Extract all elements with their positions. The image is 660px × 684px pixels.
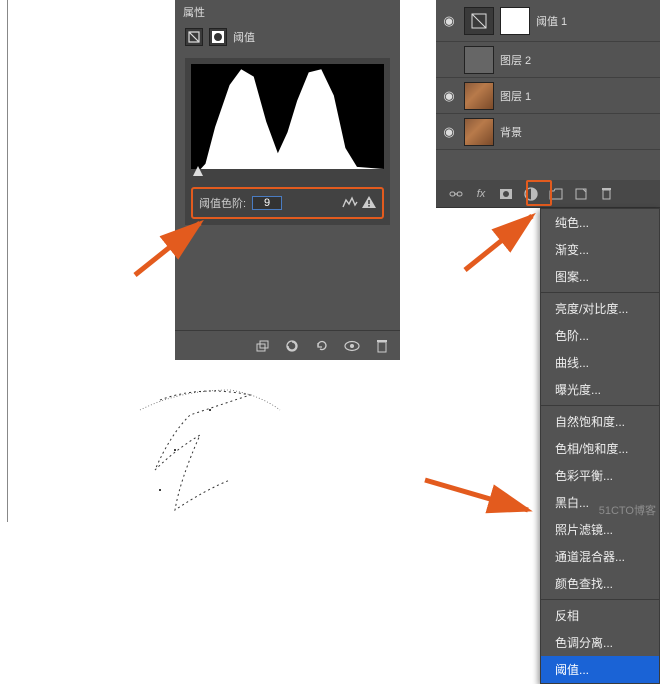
visibility-toggle-icon[interactable]: ◉ bbox=[440, 88, 458, 104]
menu-item[interactable]: 纯色... bbox=[541, 209, 659, 236]
menu-separator bbox=[541, 292, 659, 293]
layer-name[interactable]: 阈值 1 bbox=[536, 13, 567, 29]
document-edge bbox=[0, 0, 8, 522]
layer-thumb[interactable] bbox=[464, 118, 494, 146]
menu-item[interactable]: 曝光度... bbox=[541, 376, 659, 403]
adjustment-icon bbox=[185, 28, 203, 46]
properties-panel: 属性 阈值 阈值色阶: bbox=[175, 0, 400, 360]
layers-panel: ◉ 阈值 1 图层 2 ◉ 图层 1 ◉ 背景 bbox=[436, 0, 660, 180]
threshold-level-row: 阈值色阶: bbox=[191, 187, 384, 219]
menu-item[interactable]: 渐变... bbox=[541, 236, 659, 263]
menu-item[interactable]: 颜色查找... bbox=[541, 570, 659, 597]
menu-item[interactable]: 照片滤镜... bbox=[541, 516, 659, 543]
menu-item[interactable]: 色阶... bbox=[541, 322, 659, 349]
mask-add-icon[interactable] bbox=[498, 186, 514, 202]
group-icon[interactable] bbox=[548, 186, 564, 202]
warning-icon bbox=[362, 196, 376, 211]
menu-item[interactable]: 阈值... bbox=[541, 656, 659, 683]
layer-row[interactable]: ◉ 阈值 1 bbox=[436, 0, 660, 42]
visibility-toggle-icon[interactable]: ◉ bbox=[440, 13, 458, 29]
adjustment-type-row: 阈值 bbox=[175, 22, 400, 52]
previous-icon[interactable] bbox=[284, 338, 300, 354]
menu-separator bbox=[541, 405, 659, 406]
adjustment-thumb[interactable] bbox=[464, 7, 494, 35]
trash-icon[interactable] bbox=[598, 186, 614, 202]
clip-icon[interactable] bbox=[254, 338, 270, 354]
layers-footer: fx bbox=[436, 180, 660, 208]
properties-footer bbox=[175, 330, 400, 360]
layer-row[interactable]: ◉ 图层 1 bbox=[436, 78, 660, 114]
new-layer-icon[interactable] bbox=[573, 186, 589, 202]
menu-separator bbox=[541, 599, 659, 600]
threshold-input[interactable] bbox=[252, 196, 282, 210]
histogram bbox=[191, 64, 384, 169]
layer-name[interactable]: 背景 bbox=[500, 124, 522, 140]
menu-item[interactable]: 色相/饱和度... bbox=[541, 435, 659, 462]
menu-item[interactable]: 色彩平衡... bbox=[541, 462, 659, 489]
layer-thumb[interactable] bbox=[464, 82, 494, 110]
layer-name[interactable]: 图层 2 bbox=[500, 52, 531, 68]
adjustment-name: 阈值 bbox=[233, 29, 255, 45]
trash-icon[interactable] bbox=[374, 338, 390, 354]
visibility-icon[interactable] bbox=[344, 338, 360, 354]
layer-name[interactable]: 图层 1 bbox=[500, 88, 531, 104]
mask-icon bbox=[209, 28, 227, 46]
menu-item[interactable]: 通道混合器... bbox=[541, 543, 659, 570]
fx-icon[interactable]: fx bbox=[473, 186, 489, 202]
menu-item[interactable]: 图案... bbox=[541, 263, 659, 290]
reset-icon[interactable] bbox=[314, 338, 330, 354]
adjustment-add-icon[interactable] bbox=[523, 186, 539, 202]
menu-item[interactable]: 自然饱和度... bbox=[541, 408, 659, 435]
menu-item[interactable]: 曲线... bbox=[541, 349, 659, 376]
watermark: 51CTO博客 bbox=[599, 502, 656, 518]
slider-handle-icon[interactable] bbox=[193, 165, 203, 179]
visibility-toggle-icon[interactable]: ◉ bbox=[440, 124, 458, 140]
threshold-label: 阈值色阶: bbox=[199, 195, 246, 211]
auto-icon[interactable] bbox=[342, 196, 358, 211]
layer-thumb[interactable] bbox=[464, 46, 494, 74]
ink-sample bbox=[120, 380, 340, 520]
menu-item[interactable]: 亮度/对比度... bbox=[541, 295, 659, 322]
menu-item[interactable]: 反相 bbox=[541, 602, 659, 629]
link-icon[interactable] bbox=[448, 186, 464, 202]
mask-thumb[interactable] bbox=[500, 7, 530, 35]
properties-title: 属性 bbox=[175, 0, 400, 22]
layer-row[interactable]: 图层 2 bbox=[436, 42, 660, 78]
threshold-body: 阈值色阶: bbox=[185, 58, 390, 225]
threshold-slider[interactable] bbox=[191, 169, 384, 179]
layer-row[interactable]: ◉ 背景 bbox=[436, 114, 660, 150]
adjustment-menu[interactable]: 纯色...渐变...图案... 亮度/对比度...色阶...曲线...曝光度...… bbox=[540, 208, 660, 684]
menu-item[interactable]: 色调分离... bbox=[541, 629, 659, 656]
